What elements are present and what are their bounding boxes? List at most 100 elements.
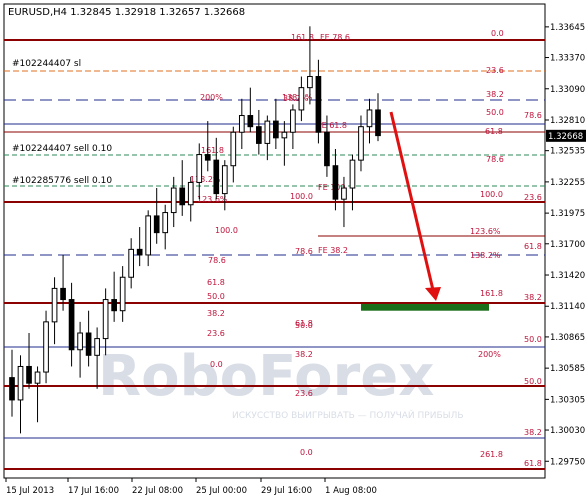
fibo-label: 0.0 [491, 29, 504, 38]
candle-body [366, 109, 373, 128]
fibo-label: 100.0 [480, 190, 503, 199]
candle-body [26, 365, 32, 384]
fibo-label: 50.0 [207, 292, 225, 301]
candle-body [187, 181, 194, 206]
chart-title: EURUSD,H4 1.32845 1.32918 1.32657 1.3266… [8, 7, 245, 18]
candle-body [136, 248, 143, 256]
fibo-label: 261.8 [480, 450, 503, 459]
fibo-label: 38.2 [207, 309, 225, 318]
candle-body [170, 187, 177, 214]
fibo-label: 38.2% [283, 94, 309, 103]
fibo-label: FE 78.6 [320, 33, 350, 42]
chart-window: RoboForex ИСКУССТВО ВЫИГРЫВАТЬ — ПОЛУЧАЙ… [0, 0, 587, 499]
fibo-label: 78.6 [208, 256, 226, 265]
fibo-label: 38.2 [486, 90, 504, 99]
fibo-label: 138.2% [470, 251, 501, 260]
y-tick-label: 1.33370 [550, 54, 585, 64]
x-tick-label: 17 Jul 16:00 [68, 486, 119, 496]
x-tick-label: 25 Jul 00:00 [196, 486, 247, 496]
fibo-label: 38.2 [524, 293, 542, 302]
fibo-label: 161.8 [201, 146, 224, 155]
fibo-label: FE 61.8 [317, 121, 347, 130]
fibo-label: 23.6 [524, 193, 542, 202]
y-tick-label: 1.31420 [550, 271, 585, 281]
candle-body [94, 338, 100, 356]
fibo-label: 200% [200, 93, 223, 102]
candle-body [307, 75, 313, 89]
fibo-label: 78.6 [486, 155, 504, 164]
y-tick-label: 1.33090 [550, 85, 585, 95]
candle-body [213, 159, 220, 195]
fibo-label: 61.8 [485, 127, 503, 136]
fibo-label: 61.8 [207, 278, 225, 287]
fibo-label: 23.6 [295, 389, 313, 398]
order-label: #102244407 sell 0.10 [12, 144, 112, 154]
candle-body [273, 120, 279, 139]
fibo-label: 0.0 [210, 360, 223, 369]
candle-body [179, 187, 186, 206]
fibo-label: 78.6 [524, 111, 542, 120]
candle-body [51, 287, 58, 323]
candle-body [43, 321, 49, 373]
fibo-label: 100.0 [215, 226, 238, 235]
x-tick-label: 1 Aug 08:00 [325, 486, 377, 496]
candle-body [119, 276, 126, 312]
y-tick-label: 1.33645 [550, 23, 585, 33]
candle-body [85, 332, 92, 356]
y-tick-label: 1.29750 [550, 457, 585, 467]
candle-body [247, 115, 254, 128]
y-tick-label: 1.30865 [550, 333, 585, 343]
candle-body [145, 215, 152, 256]
x-tick-label: 15 Jul 2013 [6, 486, 54, 496]
y-tick-label: 1.31140 [550, 302, 585, 312]
target-zone [361, 304, 489, 311]
candle-body [358, 126, 364, 161]
candle-body [34, 371, 41, 384]
candle-body [221, 165, 228, 195]
fibo-label: 50.0 [524, 377, 542, 386]
fibo-label: 100.0 [290, 192, 313, 201]
y-tick-label: 1.32810 [550, 116, 585, 126]
watermark-brand: RoboForex [98, 344, 434, 409]
candle-body [341, 187, 347, 200]
fibo-label: 123.6% [470, 227, 501, 236]
current-price-label: 1.32668 [548, 132, 583, 142]
fibo-label: 161.8 [480, 289, 503, 298]
candle-body [255, 126, 262, 144]
candle-body [60, 287, 66, 301]
fibo-label: 38.2 [295, 350, 313, 359]
y-tick-label: 1.31700 [550, 240, 585, 250]
candle-body [111, 299, 117, 312]
fibo-label: 50.0 [486, 108, 504, 117]
fibo-label: FE 38.2 [318, 246, 348, 255]
candle-body [77, 332, 83, 351]
candle-body [298, 87, 305, 111]
fibo-label: 200% [478, 350, 501, 359]
y-tick-label: 1.30585 [550, 364, 585, 374]
fibo-label: 23.6 [207, 329, 225, 338]
candle-body [153, 215, 160, 234]
y-axis: 1.33645 1.33370 1.33090 1.32810 1.32535 1.322… [545, 23, 586, 467]
fibo-label: 61.8 [524, 242, 542, 251]
candle-body [315, 75, 322, 133]
candle-body [375, 109, 381, 137]
candle-body [17, 365, 24, 401]
y-tick-label: 1.30030 [550, 426, 585, 436]
watermark-tagline: ИСКУССТВО ВЫИГРЫВАТЬ — ПОЛУЧАЙ ПРИБЫЛЬ [232, 409, 464, 421]
candle-body [68, 299, 75, 351]
x-tick-label: 29 Jul 16:00 [261, 486, 312, 496]
order-label: #102285776 sell 0.10 [12, 176, 112, 186]
candle-body [281, 131, 288, 139]
y-tick-label: 1.32535 [550, 147, 585, 157]
candle-body [264, 120, 271, 144]
fibo-label: 38.2 [524, 428, 542, 437]
fibo-label: 23.6 [486, 66, 504, 75]
fibo-label: 0.0 [300, 448, 313, 457]
y-tick-label: 1.30305 [550, 395, 585, 405]
fibo-label: 161.8 [291, 33, 314, 42]
candle-body [349, 159, 356, 189]
candle-body [290, 109, 296, 133]
y-tick-label: 1.31975 [550, 209, 585, 219]
candle-body [102, 299, 109, 340]
y-tick-label: 1.32255 [550, 178, 585, 188]
